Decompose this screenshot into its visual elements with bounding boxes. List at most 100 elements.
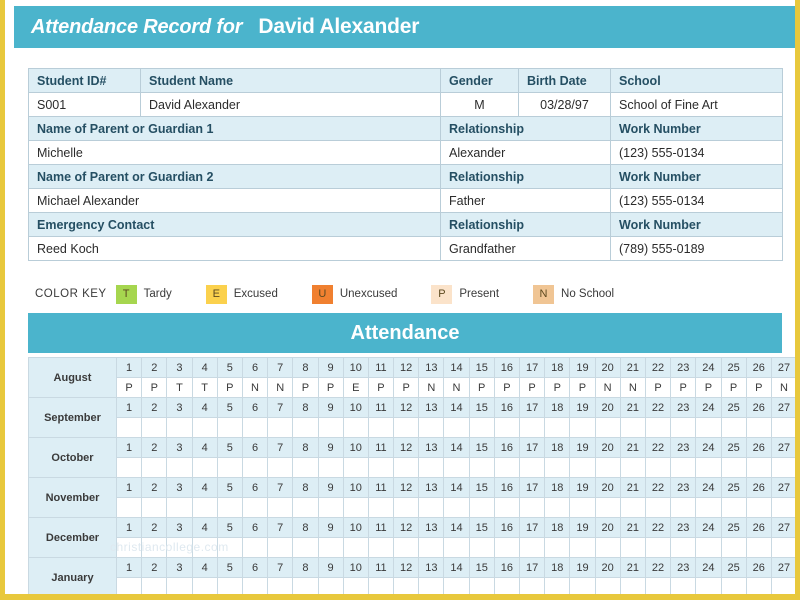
attendance-cell-january-8[interactable] — [292, 577, 319, 594]
attendance-cell-october-23[interactable] — [670, 457, 697, 478]
attendance-cell-november-15[interactable] — [468, 497, 495, 518]
attendance-cell-september-24[interactable] — [695, 417, 722, 438]
attendance-cell-august-8[interactable]: P — [292, 377, 319, 398]
attendance-cell-october-20[interactable] — [594, 457, 621, 478]
attendance-cell-november-26[interactable] — [745, 497, 772, 518]
attendance-cell-december-5[interactable] — [216, 537, 243, 558]
attendance-cell-december-18[interactable] — [544, 537, 571, 558]
attendance-cell-december-28[interactable] — [797, 538, 800, 558]
info-value-0[interactable]: S001 — [28, 92, 141, 117]
attendance-cell-january-12[interactable] — [393, 577, 420, 594]
attendance-cell-january-2[interactable] — [141, 577, 168, 594]
attendance-cell-december-7[interactable] — [267, 537, 294, 558]
attendance-cell-october-2[interactable] — [141, 457, 168, 478]
attendance-cell-august-25[interactable]: P — [720, 377, 747, 398]
attendance-cell-october-17[interactable] — [518, 457, 546, 478]
attendance-cell-january-15[interactable] — [468, 577, 495, 594]
attendance-cell-december-3[interactable] — [166, 537, 193, 558]
guardian1-work-number-value[interactable]: (123) 555-0134 — [610, 140, 783, 165]
attendance-cell-september-4[interactable] — [191, 417, 218, 438]
attendance-cell-october-1[interactable] — [115, 457, 143, 478]
attendance-cell-september-21[interactable] — [619, 417, 646, 438]
attendance-cell-january-24[interactable] — [695, 577, 722, 594]
attendance-cell-november-5[interactable] — [216, 497, 243, 518]
attendance-cell-september-19[interactable] — [569, 417, 596, 438]
attendance-cell-january-22[interactable] — [644, 577, 672, 594]
attendance-cell-october-28[interactable] — [797, 458, 800, 478]
attendance-cell-september-18[interactable] — [544, 417, 571, 438]
attendance-cell-september-10[interactable] — [342, 417, 369, 438]
guardian2-name-value[interactable]: Michael Alexander — [28, 188, 441, 213]
attendance-cell-january-11[interactable] — [367, 577, 395, 594]
attendance-cell-december-19[interactable] — [569, 537, 596, 558]
info-value-1[interactable]: David Alexander — [140, 92, 441, 117]
attendance-cell-october-22[interactable] — [644, 457, 672, 478]
attendance-cell-august-19[interactable]: P — [569, 377, 596, 398]
attendance-cell-september-28[interactable] — [797, 418, 800, 438]
attendance-cell-september-20[interactable] — [594, 417, 621, 438]
attendance-cell-december-20[interactable] — [594, 537, 621, 558]
attendance-cell-november-14[interactable] — [443, 497, 470, 518]
attendance-cell-november-8[interactable] — [292, 497, 319, 518]
attendance-cell-september-3[interactable] — [166, 417, 193, 438]
attendance-cell-september-5[interactable] — [216, 417, 243, 438]
attendance-cell-december-27[interactable] — [770, 537, 795, 558]
attendance-cell-november-21[interactable] — [619, 497, 646, 518]
attendance-cell-september-7[interactable] — [267, 417, 294, 438]
attendance-cell-september-17[interactable] — [518, 417, 546, 438]
attendance-cell-august-9[interactable]: P — [317, 377, 344, 398]
attendance-cell-september-22[interactable] — [644, 417, 672, 438]
attendance-cell-october-9[interactable] — [317, 457, 344, 478]
attendance-cell-august-24[interactable]: P — [695, 377, 722, 398]
attendance-cell-january-25[interactable] — [720, 577, 747, 594]
attendance-cell-august-18[interactable]: P — [544, 377, 571, 398]
attendance-cell-november-1[interactable] — [115, 497, 143, 518]
attendance-cell-october-15[interactable] — [468, 457, 495, 478]
attendance-cell-december-16[interactable] — [493, 537, 521, 558]
attendance-cell-december-6[interactable] — [241, 537, 269, 558]
attendance-cell-december-4[interactable] — [191, 537, 218, 558]
attendance-cell-september-9[interactable] — [317, 417, 344, 438]
attendance-cell-september-16[interactable] — [493, 417, 521, 438]
attendance-cell-december-23[interactable] — [670, 537, 697, 558]
attendance-cell-december-10[interactable] — [342, 537, 369, 558]
attendance-cell-august-20[interactable]: N — [594, 377, 621, 398]
attendance-cell-january-1[interactable] — [115, 577, 143, 594]
attendance-cell-december-12[interactable] — [393, 537, 420, 558]
attendance-cell-october-19[interactable] — [569, 457, 596, 478]
attendance-cell-december-21[interactable] — [619, 537, 646, 558]
attendance-cell-august-5[interactable]: P — [216, 377, 243, 398]
attendance-cell-november-7[interactable] — [267, 497, 294, 518]
attendance-cell-january-14[interactable] — [443, 577, 470, 594]
attendance-cell-august-3[interactable]: T — [166, 377, 193, 398]
attendance-cell-october-16[interactable] — [493, 457, 521, 478]
attendance-cell-november-23[interactable] — [670, 497, 697, 518]
attendance-cell-december-2[interactable] — [141, 537, 168, 558]
attendance-cell-january-19[interactable] — [569, 577, 596, 594]
attendance-cell-august-1[interactable]: P — [115, 377, 143, 398]
attendance-cell-november-20[interactable] — [594, 497, 621, 518]
attendance-cell-august-11[interactable]: P — [367, 377, 395, 398]
attendance-cell-august-21[interactable]: N — [619, 377, 646, 398]
attendance-cell-october-13[interactable] — [418, 457, 445, 478]
attendance-cell-january-28[interactable] — [797, 578, 800, 598]
attendance-cell-august-6[interactable]: N — [241, 377, 269, 398]
attendance-cell-october-25[interactable] — [720, 457, 747, 478]
attendance-cell-december-15[interactable] — [468, 537, 495, 558]
attendance-cell-october-3[interactable] — [166, 457, 193, 478]
guardian1-name-value[interactable]: Michelle — [28, 140, 441, 165]
attendance-cell-january-20[interactable] — [594, 577, 621, 594]
attendance-cell-january-4[interactable] — [191, 577, 218, 594]
attendance-cell-october-6[interactable] — [241, 457, 269, 478]
attendance-cell-january-18[interactable] — [544, 577, 571, 594]
attendance-cell-november-13[interactable] — [418, 497, 445, 518]
attendance-cell-august-23[interactable]: P — [670, 377, 697, 398]
attendance-cell-january-27[interactable] — [770, 577, 795, 594]
attendance-cell-october-8[interactable] — [292, 457, 319, 478]
attendance-cell-november-24[interactable] — [695, 497, 722, 518]
attendance-cell-september-12[interactable] — [393, 417, 420, 438]
attendance-cell-august-28[interactable]: N — [797, 378, 800, 398]
attendance-cell-january-5[interactable] — [216, 577, 243, 594]
attendance-cell-november-16[interactable] — [493, 497, 521, 518]
attendance-cell-august-10[interactable]: E — [342, 377, 369, 398]
